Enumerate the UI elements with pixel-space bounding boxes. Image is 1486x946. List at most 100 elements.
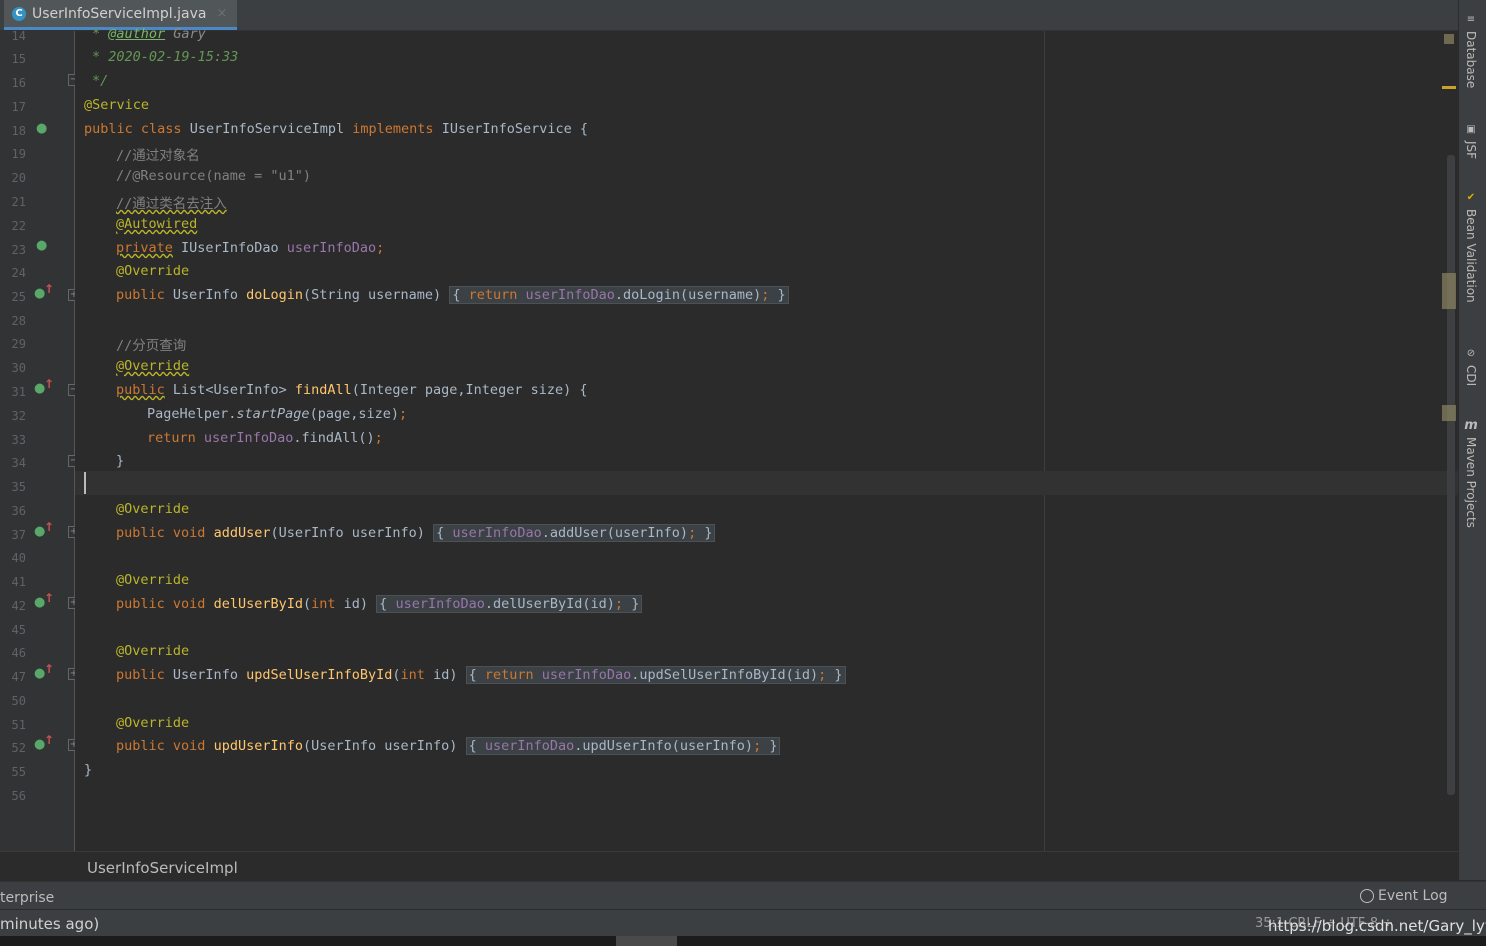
- scroll-highlight-marker[interactable]: [1442, 273, 1456, 309]
- line-number: 52: [11, 741, 26, 755]
- code-line-15: * 2020-02-19-15:33: [92, 49, 239, 65]
- line-number: 21: [11, 195, 26, 209]
- scroll-highlight-marker[interactable]: [1442, 405, 1456, 421]
- code-line-25: public UserInfo doLogin(String username)…: [116, 286, 789, 304]
- line-number: 40: [11, 551, 26, 565]
- close-icon[interactable]: ×: [216, 6, 227, 21]
- java-class-icon: C: [12, 6, 26, 21]
- tool-cdi-label: CDI: [1464, 365, 1478, 387]
- code-line-23: private IUserInfoDao userInfoDao;: [116, 240, 385, 256]
- code-line-41: @Override: [116, 572, 190, 588]
- tool-cdi[interactable]: ⊘ CDI: [1464, 346, 1478, 387]
- code-line-20: //@Resource(name = "u1"): [116, 168, 312, 184]
- line-number: 28: [11, 314, 26, 328]
- code-line-30: @Override: [116, 358, 190, 374]
- code-line-37: public void addUser(UserInfo userInfo) {…: [116, 524, 716, 542]
- line-number: 20: [11, 171, 26, 185]
- database-icon: ≡: [1466, 13, 1476, 25]
- code-line-17: @Service: [84, 97, 150, 113]
- line-number: 22: [11, 219, 26, 233]
- code-line-36: @Override: [116, 501, 190, 517]
- code-line-33: return userInfoDao.findAll();: [147, 430, 383, 446]
- line-number: 17: [11, 100, 26, 114]
- override-arrow-icon: ↑: [44, 520, 55, 534]
- code-line-19: //通过对象名: [116, 148, 200, 164]
- line-number: 37: [11, 528, 26, 542]
- current-line-highlight: [75, 471, 1458, 495]
- line-number: 31: [11, 385, 26, 399]
- cdi-icon: ⊘: [1466, 347, 1476, 359]
- line-number: 42: [11, 599, 26, 613]
- event-log-label: Event Log: [1378, 888, 1448, 904]
- line-number: 19: [11, 147, 26, 161]
- tool-jsf-label: JSF: [1464, 141, 1478, 160]
- code-line-52: public void updUserInfo(UserInfo userInf…: [116, 737, 781, 755]
- tool-bean-validation-label: Bean Validation: [1464, 209, 1478, 303]
- tool-database-label: Database: [1464, 31, 1478, 89]
- line-number: 56: [11, 789, 26, 803]
- autowired-bean-icon[interactable]: ●: [36, 238, 47, 253]
- vertical-scrollbar[interactable]: [1447, 155, 1455, 795]
- bottom-tool-strip: terprise Event Log: [0, 881, 1486, 910]
- line-number: 55: [11, 765, 26, 779]
- line-number: 45: [11, 623, 26, 637]
- spring-bean-icon[interactable]: ●: [36, 121, 47, 136]
- code-line-46: @Override: [116, 643, 190, 659]
- breadcrumb: UserInfoServiceImpl: [0, 851, 1458, 882]
- code-line-16: */: [92, 73, 109, 89]
- jsf-icon: ▣: [1466, 123, 1476, 135]
- code-line-34: }: [116, 453, 125, 469]
- status-message: minutes ago): [0, 915, 100, 933]
- maven-icon: m: [1464, 417, 1478, 433]
- line-number: 33: [11, 433, 26, 447]
- code-line-42: public void delUserById(int id) { userIn…: [116, 595, 643, 613]
- line-number: 35: [11, 480, 26, 494]
- code-line-32: PageHelper.startPage(page,size);: [147, 406, 408, 422]
- tool-maven[interactable]: m Maven Projects: [1464, 418, 1478, 528]
- line-number: 36: [11, 504, 26, 518]
- code-line-31: public List<UserInfo> findAll(Integer pa…: [116, 382, 588, 398]
- code-line-24: @Override: [116, 263, 190, 279]
- line-number-gutter: 14 15 16 17 18 19 20 21 22 23 24 25 28 29 30 31 32 33 34 35…: [0, 29, 80, 851]
- tool-bean-validation[interactable]: ✔ Bean Validation: [1464, 190, 1478, 303]
- watermark-text: https://blog.csdn.net/Gary_lyy: [1268, 917, 1486, 935]
- line-number: 18: [11, 124, 26, 138]
- event-log-button[interactable]: Event Log: [1360, 888, 1448, 904]
- line-number: 41: [11, 575, 26, 589]
- code-line-29: //分页查询: [116, 338, 187, 354]
- inspection-status-icon[interactable]: [1444, 34, 1454, 44]
- os-taskbar: [0, 936, 1486, 946]
- tool-window-label[interactable]: terprise: [0, 890, 54, 906]
- warning-marker[interactable]: [1442, 86, 1456, 89]
- line-number: 51: [11, 718, 26, 732]
- line-number: 16: [11, 76, 26, 90]
- taskbar-item[interactable]: [616, 936, 677, 946]
- override-arrow-icon: ↑: [44, 733, 55, 747]
- line-number: 24: [11, 266, 26, 280]
- code-line-21: //通过类名去注入: [116, 196, 227, 212]
- editor-tab-bar: C UserInfoServiceImpl.java ×: [0, 0, 1458, 31]
- code-line-47: public UserInfo updSelUserInfoById(int i…: [116, 666, 846, 684]
- code-line-18: public class UserInfoServiceImpl impleme…: [84, 121, 589, 137]
- override-arrow-icon: ↑: [44, 662, 55, 676]
- override-arrow-icon: ↑: [44, 591, 55, 605]
- line-number: 34: [11, 456, 26, 470]
- line-number: 50: [11, 694, 26, 708]
- tool-database[interactable]: ≡ Database: [1464, 12, 1478, 89]
- line-number: 30: [11, 361, 26, 375]
- line-number: 46: [11, 646, 26, 660]
- tool-jsf[interactable]: ▣ JSF: [1464, 122, 1478, 160]
- tool-maven-label: Maven Projects: [1464, 437, 1478, 528]
- right-margin-guide: [1044, 31, 1045, 851]
- code-line-51: @Override: [116, 715, 190, 731]
- line-number: 32: [11, 409, 26, 423]
- status-bar: minutes ago) 35:1 CRLF ÷ UTF-8 ÷ https:/…: [0, 909, 1486, 937]
- line-number: 47: [11, 670, 26, 684]
- breadcrumb-item[interactable]: UserInfoServiceImpl: [87, 859, 238, 877]
- code-line-55: }: [84, 762, 93, 778]
- line-number: 14: [11, 29, 26, 43]
- override-arrow-icon: ↑: [44, 377, 55, 391]
- line-number: 29: [11, 337, 26, 351]
- line-number: 25: [11, 290, 26, 304]
- code-line-22: @Autowired: [116, 216, 198, 232]
